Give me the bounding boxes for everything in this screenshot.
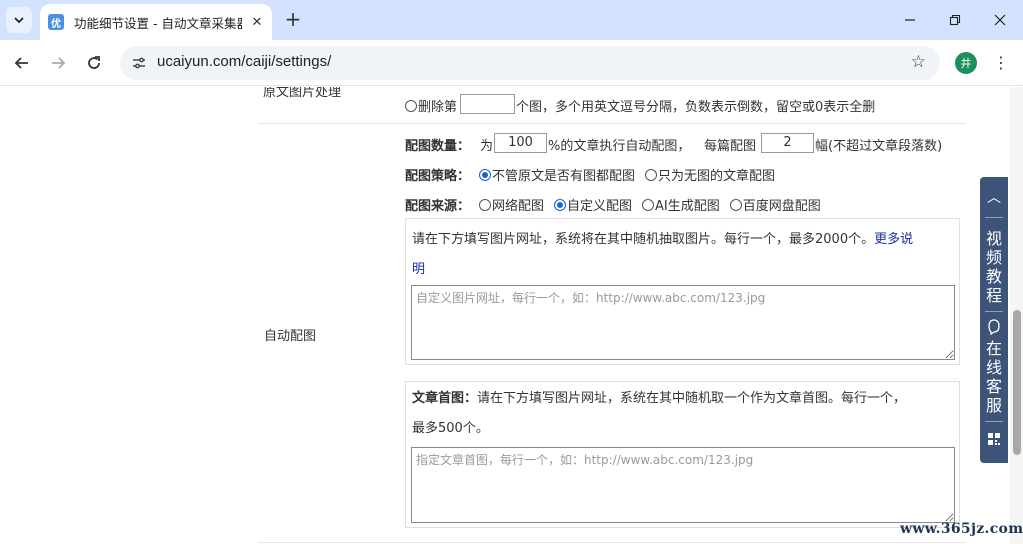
address-bar[interactable]: ucaiyun.com/caiji/settings/ ☆ (120, 46, 940, 80)
strategy-label: 配图策略： (405, 169, 471, 184)
reload-button[interactable] (82, 51, 106, 75)
first-image-instruction: 文章首图：请在下方填写图片网址，系统在其中随机取一个作为文章首图。每行一个， 最多… (412, 391, 907, 436)
browser-tab-active[interactable]: 优 功能细节设置 - 自动文章采集器 ✕ (40, 4, 272, 40)
row-divider-bottom (258, 542, 966, 543)
arrow-right-icon (52, 57, 66, 69)
watermark-text: www.365jz.com (900, 521, 1023, 537)
site-info-icon[interactable] (130, 54, 148, 72)
custom-image-urls-textarea[interactable] (411, 285, 955, 360)
percent-input[interactable]: 100 (494, 133, 547, 153)
back-button[interactable] (10, 51, 34, 75)
source-radio-web[interactable] (479, 199, 491, 211)
url-text: ucaiyun.com/caiji/settings/ (157, 53, 332, 70)
more-info-link-cont[interactable]: 明 (412, 262, 425, 277)
close-icon (994, 14, 1006, 26)
delete-image-index-input[interactable] (460, 94, 515, 114)
delete-image-radio[interactable] (405, 100, 417, 112)
browser-toolbar: ucaiyun.com/caiji/settings/ ☆ 井 ⋮ (0, 40, 1023, 86)
bookmark-star-icon[interactable]: ☆ (911, 52, 926, 72)
source-radio-ai[interactable] (642, 199, 655, 211)
tab-close-icon[interactable]: ✕ (248, 13, 266, 31)
first-image-urls-textarea[interactable] (411, 447, 955, 523)
row-divider (258, 123, 966, 124)
browser-menu-icon[interactable]: ⋮ (993, 52, 1009, 74)
scrollbar-thumb[interactable] (1013, 310, 1021, 455)
strategy-option-always[interactable]: 不管原文是否有图都配图 (479, 165, 635, 184)
source-option-ai[interactable]: AI生成配图 (642, 195, 720, 214)
first-image-label: 文章首图： (412, 391, 478, 406)
forward-button[interactable] (46, 51, 70, 75)
minimize-icon (905, 19, 915, 21)
settings-page: 原文图片处理 删除第 个图，多个用英文逗号分隔，负数表示倒数，留空或0表示全删 … (0, 87, 1010, 544)
source-options: 网络配图 自定义配图 AI生成配图 百度网盘配图 (479, 195, 831, 214)
qrcode-icon[interactable] (980, 432, 1008, 450)
source-radio-baidu[interactable] (729, 199, 742, 211)
more-info-link[interactable]: 更多说 (874, 232, 913, 247)
arrow-left-icon (14, 57, 28, 69)
restore-icon (949, 14, 961, 26)
per-article-input[interactable]: 2 (761, 133, 814, 153)
floating-side-widget: ︿ 视频教程 在线客服 (980, 177, 1008, 463)
count-prefix: 为 (480, 139, 494, 154)
custom-image-instruction: 请在下方填写图片网址，系统将在其中随机抽取图片。每行一个，最多2000个。更多说… (412, 232, 914, 277)
source-option-web[interactable]: 网络配图 (479, 195, 544, 214)
minimize-button[interactable] (898, 8, 922, 32)
delete-prefix-text: 删除第 (418, 100, 458, 115)
strategy-option-no-image-only[interactable]: 只为无图的文章配图 (645, 165, 775, 184)
reload-icon (88, 56, 100, 69)
per-article-label: 每篇配图 (704, 139, 757, 154)
source-radio-custom[interactable] (554, 199, 567, 211)
chevron-down-icon (14, 17, 24, 24)
tab-title: 功能细节设置 - 自动文章采集器 (74, 15, 242, 31)
per-article-suffix: 幅(不超过文章段落数) (815, 139, 943, 154)
profile-avatar[interactable]: 井 (955, 52, 977, 74)
count-label: 配图数量： (405, 139, 471, 154)
online-service-button[interactable]: 在线客服 (980, 339, 1008, 415)
source-option-baidu[interactable]: 百度网盘配图 (729, 195, 821, 214)
first-image-panel: 文章首图：请在下方填写图片网址，系统在其中随机取一个作为文章首图。每行一个， 最多… (405, 381, 960, 528)
count-mid: %的文章执行自动配图， (548, 139, 691, 154)
strategy-radio-no-image-only[interactable] (645, 169, 658, 181)
original-image-label: 原文图片处理 (263, 87, 342, 100)
close-window-button[interactable] (988, 8, 1012, 32)
custom-image-panel: 请在下方填写图片网址，系统将在其中随机抽取图片。每行一个，最多2000个。更多说… (405, 218, 960, 365)
delete-image-option[interactable]: 删除第 (405, 96, 457, 115)
delete-suffix-text: 个图，多个用英文逗号分隔，负数表示倒数，留空或0表示全删 (516, 100, 876, 115)
chat-bubble-icon (980, 319, 1008, 339)
source-label: 配图来源： (405, 199, 471, 214)
strategy-radio-always[interactable] (479, 169, 491, 181)
source-option-custom[interactable]: 自定义配图 (554, 195, 632, 214)
strategy-options: 不管原文是否有图都配图 只为无图的文章配图 (479, 165, 785, 184)
tab-strip: 优 功能细节设置 - 自动文章采集器 ✕ + (0, 0, 1023, 40)
restore-button[interactable] (943, 8, 967, 32)
auto-image-label: 自动配图 (264, 329, 317, 344)
site-favicon-icon: 优 (48, 14, 64, 30)
tab-search-button[interactable] (6, 7, 32, 33)
new-tab-button[interactable]: + (283, 9, 303, 29)
video-tutorial-button[interactable]: 视频教程 (980, 229, 1008, 305)
back-to-top-icon[interactable]: ︿ (980, 187, 1008, 207)
